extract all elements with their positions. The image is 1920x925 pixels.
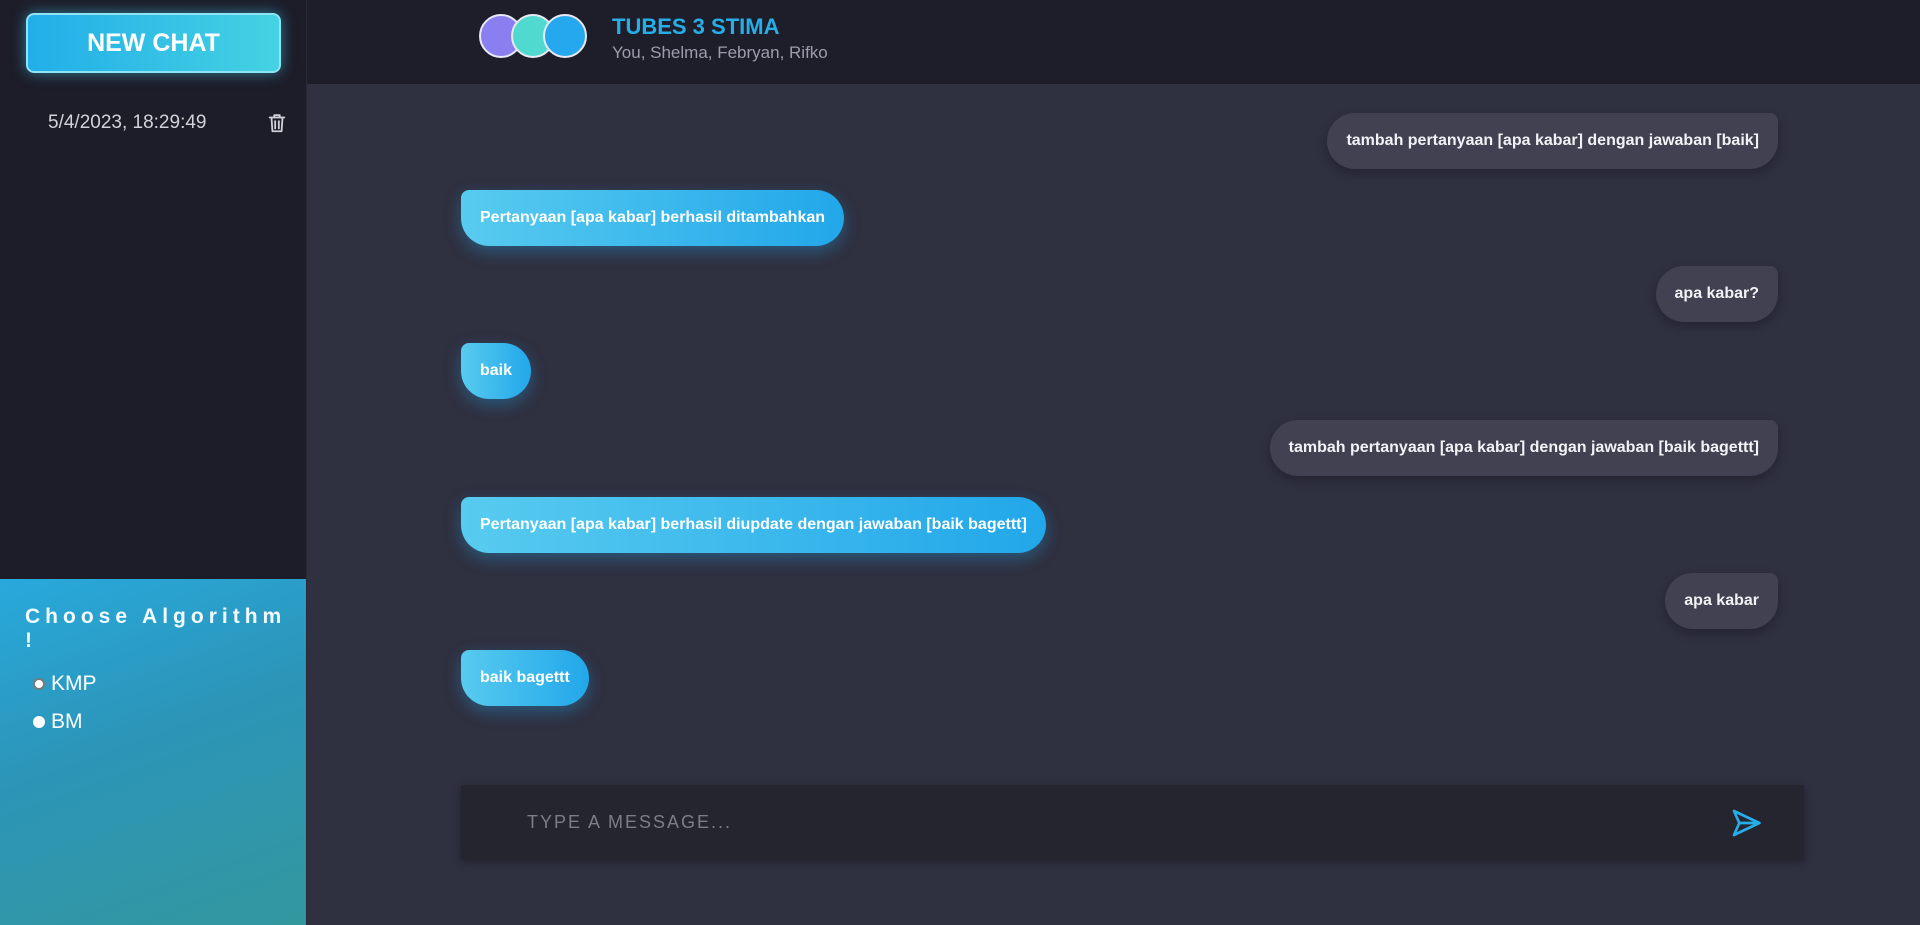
user-message: apa kabar bbox=[1665, 573, 1778, 629]
bot-message: Pertanyaan [apa kabar] berhasil diupdate… bbox=[461, 497, 1046, 553]
algorithm-option-kmp[interactable]: KMP bbox=[33, 672, 97, 696]
radio-kmp[interactable] bbox=[33, 678, 45, 690]
chat-history-item[interactable]: 5/4/2023, 18:29:49 bbox=[48, 108, 288, 138]
message-composer bbox=[461, 785, 1804, 860]
chat-history-timestamp[interactable]: 5/4/2023, 18:29:49 bbox=[48, 112, 206, 134]
sidebar: NEW CHAT 5/4/2023, 18:29:49 Choose Algor… bbox=[0, 0, 307, 925]
send-icon[interactable] bbox=[1730, 807, 1762, 839]
chat-participants: You, Shelma, Febryan, Rifko bbox=[612, 43, 828, 62]
trash-icon[interactable] bbox=[266, 111, 288, 135]
algorithm-option-label: KMP bbox=[51, 672, 97, 695]
chat-header: TUBES 3 STIMA You, Shelma, Febryan, Rifk… bbox=[307, 0, 1920, 84]
message-input[interactable] bbox=[525, 811, 1730, 834]
bot-message: baik bbox=[461, 343, 532, 399]
new-chat-button[interactable]: NEW CHAT bbox=[26, 13, 281, 73]
algorithm-panel: Choose Algorithm ! KMP BM bbox=[0, 579, 306, 925]
algorithm-option-bm[interactable]: BM bbox=[33, 710, 83, 734]
bot-message: baik bagettt bbox=[461, 650, 589, 706]
user-message: apa kabar? bbox=[1655, 266, 1778, 322]
algorithm-option-label: BM bbox=[51, 710, 83, 733]
bot-message: Pertanyaan [apa kabar] berhasil ditambah… bbox=[461, 190, 845, 246]
user-message: tambah pertanyaan [apa kabar] dengan jaw… bbox=[1269, 420, 1778, 476]
avatar-group bbox=[479, 14, 589, 58]
chat-title: TUBES 3 STIMA bbox=[612, 14, 780, 39]
user-message: tambah pertanyaan [apa kabar] dengan jaw… bbox=[1327, 113, 1778, 169]
avatar bbox=[543, 14, 587, 58]
algorithm-title: Choose Algorithm ! bbox=[25, 605, 287, 652]
radio-bm[interactable] bbox=[33, 716, 45, 728]
